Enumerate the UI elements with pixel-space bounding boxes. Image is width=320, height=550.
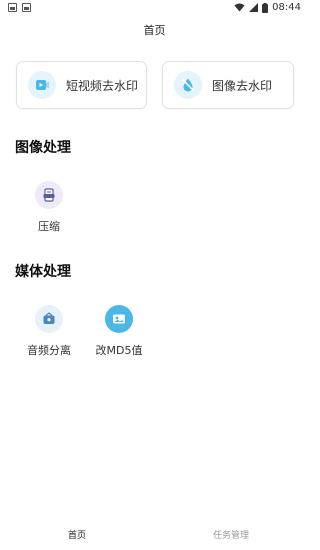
audio-separate-tool[interactable]: 音频分离 <box>21 305 77 358</box>
compress-tool[interactable]: 压缩 <box>21 181 77 234</box>
image-watermark-label: 图像去水印 <box>212 78 273 93</box>
status-bar: 08:44 <box>0 0 309 18</box>
gallery-notification-icon <box>8 3 17 12</box>
md5-tool[interactable]: 改MD5值 <box>91 305 147 358</box>
compress-icon <box>35 181 63 209</box>
page-title: 首页 <box>143 24 166 37</box>
app-notification-icon <box>22 3 31 12</box>
status-indicators: 08:44 <box>234 2 301 13</box>
compress-label: 压缩 <box>38 220 60 233</box>
tab-task-management[interactable]: 任务管理 <box>191 528 271 541</box>
tab-home[interactable]: 首页 <box>37 528 117 541</box>
image-watermark-icon <box>174 71 202 99</box>
video-watermark-label: 短视频去水印 <box>66 78 139 93</box>
bottom-tab-bar: 首页 任务管理 <box>0 520 309 550</box>
image-section-title: 图像处理 <box>15 140 71 156</box>
audio-separate-label: 音频分离 <box>27 344 71 357</box>
status-notifications <box>8 3 31 12</box>
md5-label: 改MD5值 <box>95 344 143 357</box>
audio-separate-icon <box>35 305 63 333</box>
md5-icon <box>105 305 133 333</box>
status-time: 08:44 <box>272 2 301 13</box>
video-watermark-icon <box>28 71 56 99</box>
media-section-title: 媒体处理 <box>15 264 71 280</box>
wifi-icon <box>234 3 245 12</box>
signal-icon <box>249 3 259 12</box>
battery-icon <box>262 2 269 13</box>
image-watermark-card[interactable]: 图像去水印 <box>162 61 294 109</box>
video-watermark-card[interactable]: 短视频去水印 <box>16 61 147 109</box>
